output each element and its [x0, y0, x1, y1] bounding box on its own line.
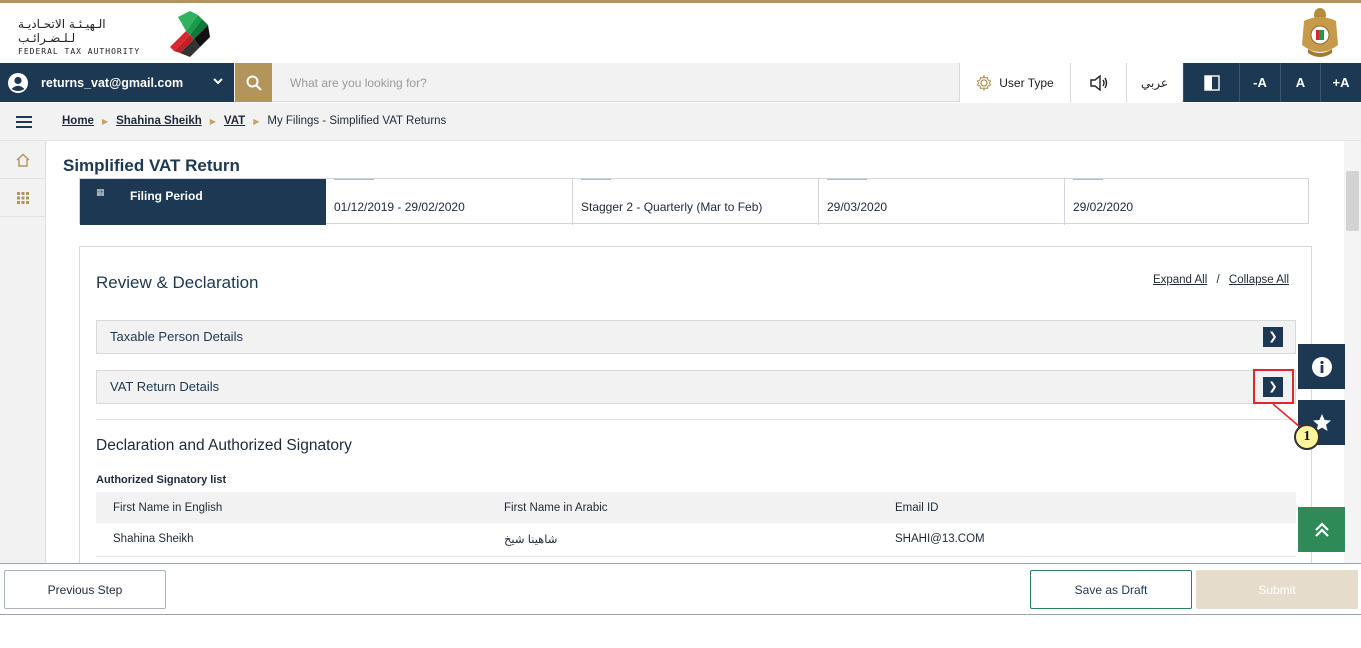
- stagger-cell: ——— Stagger 2 - Quarterly (Mar to Feb): [573, 174, 819, 225]
- chevron-right-icon[interactable]: ❯: [1263, 327, 1283, 347]
- top-nav-bar: returns_vat@gmail.com User Type عربي: [0, 63, 1361, 102]
- footer-action-bar: Previous Step Save as Draft Submit: [0, 563, 1361, 615]
- uae-emblem-icon: [1302, 8, 1338, 57]
- user-account-dropdown[interactable]: returns_vat@gmail.com: [0, 63, 234, 102]
- section-divider: [96, 419, 1296, 420]
- accordion-label: Taxable Person Details: [110, 329, 243, 344]
- column-header: First Name in Arabic: [487, 492, 878, 523]
- contrast-toggle[interactable]: [1183, 63, 1239, 102]
- breadcrumb-user[interactable]: Shahina Sheikh: [116, 115, 202, 127]
- logo-english-text: FEDERAL TAX AUTHORITY: [18, 47, 141, 56]
- signatory-list-label: Authorized Signatory list: [96, 474, 227, 486]
- period-cell-ghost: ————: [827, 174, 867, 185]
- period-dates-cell: ———— 01/12/2019 - 29/02/2020: [326, 174, 573, 225]
- stagger-value: Stagger 2 - Quarterly (Mar to Feb): [581, 200, 763, 214]
- breadcrumb-separator-icon: ▶: [101, 116, 109, 126]
- hamburger-icon[interactable]: [16, 115, 32, 129]
- language-toggle[interactable]: عربي: [1126, 63, 1182, 102]
- contrast-icon: [1203, 74, 1220, 91]
- chevron-down-icon: [213, 78, 223, 85]
- fta-logo-icon[interactable]: [164, 7, 214, 59]
- vertical-scrollbar[interactable]: [1344, 141, 1361, 563]
- search-icon: [246, 75, 262, 91]
- logo-arabic-text: الـهيـئـة الاتحـاديـة لـلـضـرائـب: [18, 17, 106, 45]
- due-date-value: 29/03/2020: [827, 200, 888, 214]
- due-date-cell: ———— 29/03/2020: [819, 174, 1065, 225]
- font-increase-label: +A: [1332, 75, 1350, 90]
- filing-period-title: Filing Period: [130, 189, 203, 203]
- double-chevron-up-icon: [1314, 521, 1329, 537]
- annotation-callout: 1: [1294, 424, 1320, 450]
- user-type-selector[interactable]: User Type: [959, 63, 1070, 102]
- accordion-label: VAT Return Details: [110, 379, 220, 394]
- grid-icon: [17, 191, 29, 204]
- table-cell: SHAHI@13.COM: [878, 523, 1296, 557]
- gear-icon: [977, 74, 992, 91]
- previous-step-button[interactable]: Previous Step: [4, 570, 166, 609]
- accordion-vat-return-details[interactable]: VAT Return Details ❯: [96, 370, 1296, 404]
- table-header-row: First Name in English First Name in Arab…: [96, 492, 1296, 523]
- breadcrumb-vat[interactable]: VAT: [224, 115, 245, 127]
- expand-separator: /: [1216, 274, 1220, 286]
- table-cell: Shahina Sheikh: [96, 523, 487, 557]
- user-type-label: User Type: [999, 75, 1054, 90]
- font-normal-label: A: [1295, 75, 1306, 90]
- user-email: returns_vat@gmail.com: [41, 75, 184, 90]
- search-input[interactable]: [280, 70, 940, 96]
- search-button[interactable]: [235, 63, 272, 102]
- info-icon: [1311, 356, 1332, 377]
- language-label: عربي: [1140, 75, 1169, 90]
- column-header: Email ID: [878, 492, 1296, 523]
- breadcrumb-bar: Home ▶ Shahina Sheikh ▶ VAT ▶ My Filings…: [0, 103, 1361, 141]
- info-button[interactable]: [1298, 344, 1345, 389]
- filing-period-bar: ▦ Filing Period ———— 01/12/2019 - 29/02/…: [79, 174, 1309, 225]
- font-decrease-button[interactable]: -A: [1239, 63, 1280, 102]
- font-decrease-label: -A: [1253, 75, 1267, 90]
- table-cell: شاهينا شيخ: [487, 523, 878, 557]
- breadcrumb-home[interactable]: Home: [62, 115, 94, 127]
- font-normal-button[interactable]: A: [1280, 63, 1320, 102]
- breadcrumb-separator-icon: ▶: [209, 116, 216, 126]
- period-cell-ghost: ———: [1073, 174, 1103, 185]
- expand-all-link[interactable]: Expand All: [1153, 274, 1207, 286]
- breadcrumb-separator-icon: ▶: [253, 116, 260, 126]
- period-dates-value: 01/12/2019 - 29/02/2020: [334, 200, 465, 214]
- collapse-all-link[interactable]: Collapse All: [1229, 274, 1289, 286]
- submit-button[interactable]: Submit: [1196, 570, 1358, 609]
- declaration-title: Declaration and Authorized Signatory: [96, 437, 352, 454]
- calendar-icon: ▦: [96, 187, 105, 197]
- scrollbar-thumb[interactable]: [1346, 171, 1359, 231]
- site-header: الـهيـئـة الاتحـاديـة لـلـضـرائـب FEDERA…: [0, 3, 1361, 63]
- table-row: Shahina Sheikh شاهينا شيخ SHAHI@13.COM: [96, 523, 1296, 557]
- breadcrumb: Home ▶ Shahina Sheikh ▶ VAT ▶ My Filings…: [62, 115, 446, 127]
- breadcrumb-current: My Filings - Simplified VAT Returns: [267, 115, 447, 127]
- save-draft-button[interactable]: Save as Draft: [1030, 570, 1192, 609]
- user-avatar-icon: [8, 72, 28, 93]
- review-declaration-card: Review & Declaration Expand All / Collap…: [79, 246, 1312, 563]
- left-rail: [0, 141, 46, 563]
- review-title: Review & Declaration: [96, 273, 259, 292]
- signatory-table: First Name in English First Name in Arab…: [96, 492, 1296, 557]
- period-cell-ghost: ————: [334, 174, 374, 185]
- home-icon: [16, 153, 30, 167]
- filing-period-label: ▦ Filing Period: [80, 179, 326, 225]
- tax-year-end-cell: ——— 29/02/2020: [1065, 174, 1309, 225]
- text-to-speech-button[interactable]: [1070, 63, 1126, 102]
- speaker-icon: [1089, 74, 1107, 91]
- scroll-top-button[interactable]: [1298, 507, 1345, 552]
- expand-collapse-links: Expand All / Collapse All: [1153, 274, 1289, 286]
- accordion-taxable-person[interactable]: Taxable Person Details ❯: [96, 320, 1296, 354]
- period-cell-ghost: ———: [581, 174, 611, 185]
- rail-apps[interactable]: [0, 179, 46, 217]
- rail-home[interactable]: [0, 141, 46, 179]
- annotation-highlight-box: [1253, 369, 1294, 404]
- main-content: Simplified VAT Return ▦ Filing Period ——…: [47, 141, 1344, 563]
- fta-logo-text[interactable]: الـهيـئـة الاتحـاديـة لـلـضـرائـب FEDERA…: [18, 17, 163, 56]
- column-header: First Name in English: [96, 492, 487, 523]
- page-title: Simplified VAT Return: [63, 156, 240, 175]
- font-increase-button[interactable]: +A: [1320, 63, 1361, 102]
- tax-year-end-value: 29/02/2020: [1073, 200, 1134, 214]
